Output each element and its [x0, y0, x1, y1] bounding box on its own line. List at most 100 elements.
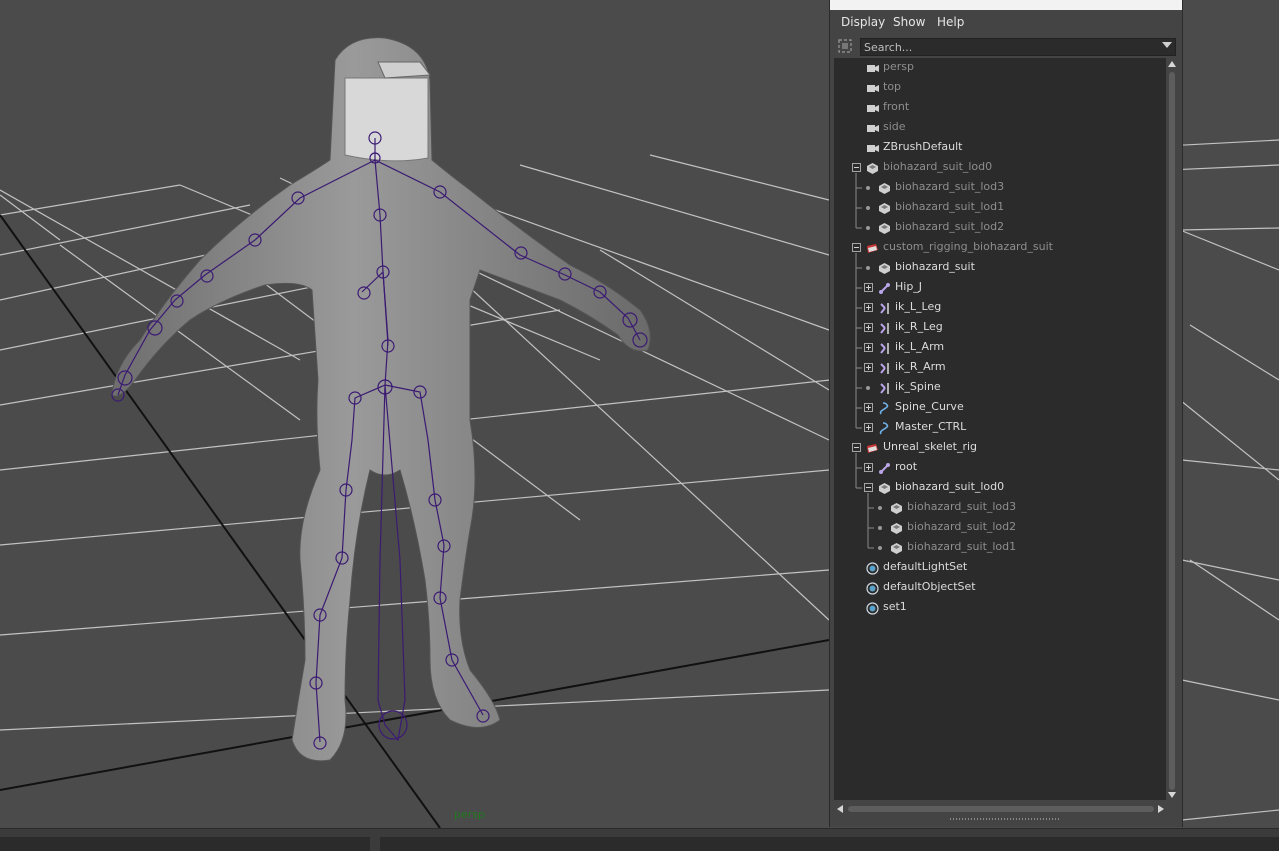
outliner-item[interactable]: biohazard_suit: [834, 258, 1166, 278]
outliner-item-label: persp: [883, 60, 914, 73]
resize-grip[interactable]: [950, 818, 1060, 820]
outliner-item-label: Unreal_skelet_rig: [883, 440, 978, 453]
outliner-item[interactable]: Hip_J: [834, 278, 1166, 298]
menu-show[interactable]: Show: [893, 15, 925, 29]
expand-icon[interactable]: [864, 343, 873, 352]
mesh-icon: [891, 543, 902, 554]
expand-icon[interactable]: [864, 363, 873, 372]
outliner-item[interactable]: Master_CTRL: [834, 418, 1166, 438]
outliner-item-label: biohazard_suit_lod0: [883, 160, 993, 173]
scroll-right-icon[interactable]: [1158, 805, 1164, 813]
camera-icon: [867, 85, 879, 92]
camera-icon: [867, 125, 879, 132]
curve-icon: [879, 422, 889, 435]
outliner-item[interactable]: ik_Spine: [834, 378, 1166, 398]
status-field-left: [0, 837, 370, 851]
group-icon: [867, 244, 878, 253]
outliner-item[interactable]: Spine_Curve: [834, 398, 1166, 418]
outliner-item[interactable]: side: [834, 118, 1166, 138]
outliner-item[interactable]: ik_R_Leg: [834, 318, 1166, 338]
outliner-item[interactable]: root: [834, 458, 1166, 478]
outliner-item-label: Hip_J: [895, 280, 923, 293]
outliner-item[interactable]: Unreal_skelet_rig: [834, 438, 1166, 458]
expand-icon[interactable]: [864, 403, 873, 412]
mesh-icon: [879, 223, 890, 234]
collapse-icon[interactable]: [852, 163, 861, 172]
outliner-item-label: root: [895, 460, 918, 473]
search-options-dropdown-icon[interactable]: [1162, 42, 1172, 48]
outliner-item-label: top: [883, 80, 902, 93]
collapse-icon[interactable]: [852, 243, 861, 252]
filter-icon[interactable]: [838, 39, 852, 53]
outliner-item[interactable]: persp: [834, 58, 1166, 78]
outliner-item[interactable]: front: [834, 98, 1166, 118]
collapse-icon[interactable]: [864, 483, 873, 492]
mesh-icon: [891, 523, 902, 534]
ik-handle-icon: [880, 323, 889, 334]
expand-icon[interactable]: [864, 323, 873, 332]
outliner-panel: Display Show Help persp top front side ZBrus…: [829, 0, 1183, 827]
outliner-item-label: biohazard_suit_lod2: [895, 220, 1005, 233]
tree-leaf-dot-icon: [866, 226, 870, 230]
search-input[interactable]: [860, 38, 1176, 56]
expand-icon[interactable]: [864, 283, 873, 292]
outliner-item-label: biohazard_suit_lod3: [895, 180, 1005, 193]
scroll-down-icon[interactable]: [1168, 792, 1176, 798]
group-icon: [867, 444, 878, 453]
outliner-item[interactable]: biohazard_suit_lod1: [834, 538, 1166, 558]
tree-leaf-dot-icon: [878, 546, 882, 550]
outliner-item-label: side: [883, 120, 906, 133]
outliner-item[interactable]: biohazard_suit_lod3: [834, 178, 1166, 198]
outliner-item-label: biohazard_suit_lod0: [895, 480, 1005, 493]
set-icon: [866, 602, 879, 615]
expand-icon[interactable]: [864, 463, 873, 472]
camera-icon: [867, 145, 879, 152]
vertical-scrollbar[interactable]: [1166, 58, 1178, 800]
outliner-item[interactable]: biohazard_suit_lod2: [834, 518, 1166, 538]
outliner-item[interactable]: biohazard_suit_lod2: [834, 218, 1166, 238]
outliner-item-label: defaultLightSet: [883, 560, 968, 573]
mesh-icon: [879, 263, 890, 274]
search-row: [830, 36, 1182, 58]
horizontal-scrollbar[interactable]: [834, 802, 1166, 816]
tree-leaf-dot-icon: [878, 506, 882, 510]
outliner-item-label: ZBrushDefault: [883, 140, 963, 153]
outliner-item-label: front: [883, 100, 910, 113]
outliner-item[interactable]: defaultLightSet: [834, 558, 1166, 578]
tree-leaf-dot-icon: [878, 526, 882, 530]
scroll-left-icon[interactable]: [837, 805, 843, 813]
scroll-up-icon[interactable]: [1168, 61, 1176, 67]
expand-icon[interactable]: [864, 303, 873, 312]
mesh-icon: [891, 503, 902, 514]
camera-icon: [867, 65, 879, 72]
outliner-tree[interactable]: persp top front side ZBrushDefault biohazard_…: [834, 58, 1166, 800]
outliner-item[interactable]: set1: [834, 598, 1166, 618]
outliner-item[interactable]: biohazard_suit_lod0: [834, 478, 1166, 498]
outliner-item[interactable]: defaultObjectSet: [834, 578, 1166, 598]
curve-icon: [879, 402, 889, 415]
outliner-item[interactable]: ik_L_Leg: [834, 298, 1166, 318]
outliner-item[interactable]: ZBrushDefault: [834, 138, 1166, 158]
collapse-icon[interactable]: [852, 443, 861, 452]
outliner-title-bar[interactable]: [830, 0, 1182, 10]
expand-icon[interactable]: [864, 423, 873, 432]
menu-display[interactable]: Display: [841, 15, 885, 29]
outliner-item[interactable]: ik_R_Arm: [834, 358, 1166, 378]
vertical-scroll-thumb[interactable]: [1169, 72, 1175, 790]
outliner-item[interactable]: custom_rigging_biohazard_suit: [834, 238, 1166, 258]
outliner-item-label: biohazard_suit_lod1: [895, 200, 1005, 213]
outliner-item[interactable]: biohazard_suit_lod0: [834, 158, 1166, 178]
horizontal-scroll-thumb[interactable]: [848, 806, 1154, 812]
outliner-item[interactable]: biohazard_suit_lod3: [834, 498, 1166, 518]
outliner-item-label: ik_L_Arm: [895, 340, 945, 353]
outliner-item[interactable]: biohazard_suit_lod1: [834, 198, 1166, 218]
mesh-icon: [879, 203, 890, 214]
tree-leaf-dot-icon: [866, 186, 870, 190]
outliner-item[interactable]: top: [834, 78, 1166, 98]
outliner-item-label: biohazard_suit: [895, 260, 975, 273]
outliner-item-label: biohazard_suit_lod2: [907, 520, 1017, 533]
outliner-item[interactable]: ik_L_Arm: [834, 338, 1166, 358]
status-field-right: [380, 837, 1279, 851]
menu-help[interactable]: Help: [937, 15, 964, 29]
outliner-item-label: ik_R_Leg: [895, 320, 943, 333]
